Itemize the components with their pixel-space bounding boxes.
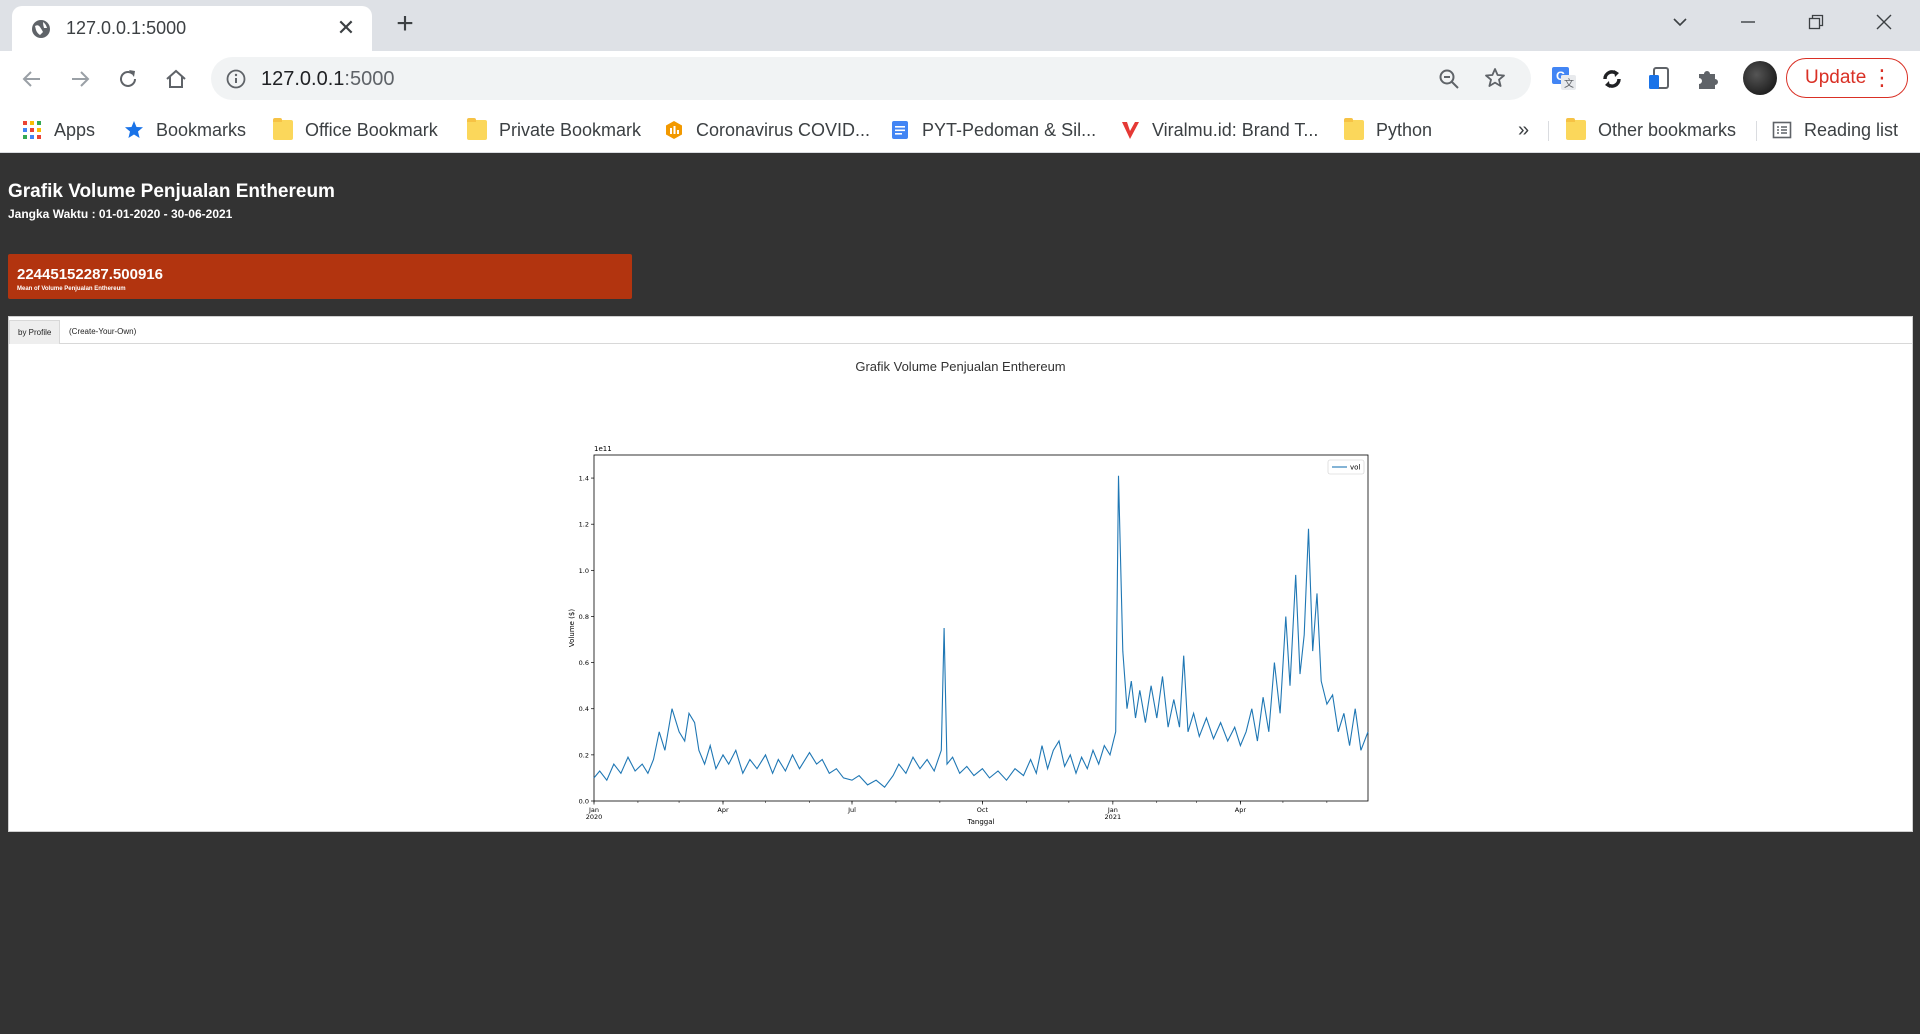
x-axis-label: Tanggal [967, 818, 995, 826]
star-icon[interactable] [1483, 66, 1507, 90]
x-tick-label: Apr [1235, 806, 1247, 814]
chart-heading: Grafik Volume Penjualan Enthereum [855, 359, 1066, 374]
bookmarks-overflow-button[interactable]: » [1518, 115, 1529, 145]
reload-icon[interactable] [112, 63, 144, 95]
page-title: Grafik Volume Penjualan Enthereum [8, 181, 335, 202]
y-axis-label: Volume ($) [568, 609, 576, 647]
kebab-menu-icon[interactable]: ⋮ [1871, 59, 1893, 97]
kpi-value: 22445152287.500916 [17, 266, 163, 283]
home-icon[interactable] [160, 63, 192, 95]
sync-extension-icon[interactable] [1596, 63, 1628, 95]
bookmark-apps[interactable]: Apps [22, 115, 95, 145]
puzzle-extensions-icon[interactable] [1692, 63, 1724, 95]
star-icon [125, 121, 143, 138]
restore-icon[interactable] [1796, 8, 1836, 38]
svg-text:文: 文 [1564, 77, 1574, 90]
page-subtitle: Jangka Waktu : 01-01-2020 - 30-06-2021 [8, 207, 233, 221]
volume-line-chart: 0.00.20.40.60.81.01.21.4 Jan2020Apr Jul Oc… [568, 445, 1369, 826]
y-tick-label: 0.0 [579, 798, 589, 806]
bookmark-coronavirus[interactable]: Coronavirus COVID... [664, 115, 870, 145]
update-button[interactable]: Update ⋮ [1786, 58, 1908, 98]
page-content: Grafik Volume Penjualan Enthereum Jangka… [0, 154, 1920, 1034]
reading-list-button[interactable]: Reading list [1772, 115, 1898, 145]
tab-create-your-own[interactable]: (Create-Your-Own) [61, 320, 144, 344]
x-tick-label: Oct [977, 806, 989, 814]
apps-grid-icon [23, 121, 41, 139]
tab-search-icon[interactable] [1660, 8, 1700, 38]
kpi-card: 22445152287.500916 Mean of Volume Penjua… [8, 254, 632, 299]
y-tick-label: 0.6 [579, 659, 589, 667]
bookmarks-separator [1756, 121, 1757, 141]
y-tick-label: 1.0 [579, 567, 589, 575]
x-tick-label: Jul [847, 806, 856, 814]
folder-icon [1566, 118, 1586, 140]
bookmark-office[interactable]: Office Bookmark [273, 115, 438, 145]
reading-list-icon [1772, 121, 1792, 139]
x-tick-year-label: 2020 [586, 813, 603, 821]
bookmark-viralmu[interactable]: Viralmu.id: Brand T... [1120, 115, 1318, 145]
x-tick-year-label: 2021 [1105, 813, 1122, 821]
reader-extension-icon[interactable] [1644, 63, 1676, 95]
browser-tab[interactable]: 127.0.0.1:5000 ✕ [12, 6, 372, 51]
y-tick-label: 0.8 [579, 613, 589, 621]
window-close-icon[interactable] [1864, 8, 1904, 38]
kpi-label: Mean of Volume Penjualan Enthereum [17, 286, 126, 292]
bookmarks-separator [1548, 121, 1549, 141]
folder-icon [1344, 118, 1364, 140]
x-axis: Jan2020Apr Jul Oct Jan2021Apr [586, 801, 1328, 821]
google-translate-icon[interactable]: G文 [1548, 63, 1580, 95]
plus-icon[interactable]: + [390, 9, 420, 40]
bookmark-pyt-pedoman[interactable]: PYT-Pedoman & Sil... [890, 115, 1096, 145]
y-tick-label: 0.2 [579, 751, 589, 759]
y-tick-label: 0.4 [579, 705, 589, 713]
bookmark-private[interactable]: Private Bookmark [467, 115, 641, 145]
forward-arrow-icon[interactable] [64, 63, 96, 95]
panel-tabs: by Profile (Create-Your-Own) [9, 317, 1912, 344]
url-text[interactable]: 127.0.0.1:5000 [261, 68, 394, 91]
legend-label: vol [1350, 464, 1360, 472]
legend: vol [1327, 459, 1365, 475]
v-logo-icon [1122, 122, 1139, 139]
bookmark-other[interactable]: Other bookmarks [1566, 115, 1736, 145]
plot-area [593, 454, 1369, 802]
browser-toolbar: 127.0.0.1:5000 G文 Update ⋮ [0, 51, 1920, 107]
info-icon[interactable] [225, 68, 247, 90]
bookmarks-bar: Apps Bookmarks Office Bookmark Private B… [0, 107, 1920, 153]
y-axis: 0.0 0.2 0.4 0.6 0.8 1.0 1.2 1.4 [579, 475, 594, 806]
minimize-icon[interactable] [1728, 8, 1768, 38]
dashboard-icon [666, 121, 682, 139]
profile-avatar[interactable] [1743, 61, 1777, 95]
tab-title: 127.0.0.1:5000 [66, 18, 187, 38]
folder-icon [467, 118, 487, 140]
globe-icon [32, 20, 50, 38]
back-arrow-icon[interactable] [16, 63, 48, 95]
bookmark-bookmarks[interactable]: Bookmarks [124, 115, 246, 145]
chart-panel: by Profile (Create-Your-Own) Grafik Volu… [8, 316, 1913, 832]
y-offset-label: 1e11 [594, 445, 612, 453]
zoom-out-icon[interactable] [1437, 67, 1461, 91]
docs-icon [892, 121, 908, 139]
close-icon[interactable]: ✕ [334, 16, 358, 40]
y-tick-label: 1.2 [579, 521, 589, 529]
bookmark-python[interactable]: Python [1344, 115, 1432, 145]
tab-strip: 127.0.0.1:5000 ✕ + [0, 0, 1920, 51]
y-tick-label: 1.4 [579, 475, 589, 483]
address-bar[interactable]: 127.0.0.1:5000 [211, 57, 1531, 100]
x-tick-label: Apr [717, 806, 729, 814]
tab-by-profile[interactable]: by Profile [9, 320, 61, 344]
folder-icon [273, 118, 293, 140]
